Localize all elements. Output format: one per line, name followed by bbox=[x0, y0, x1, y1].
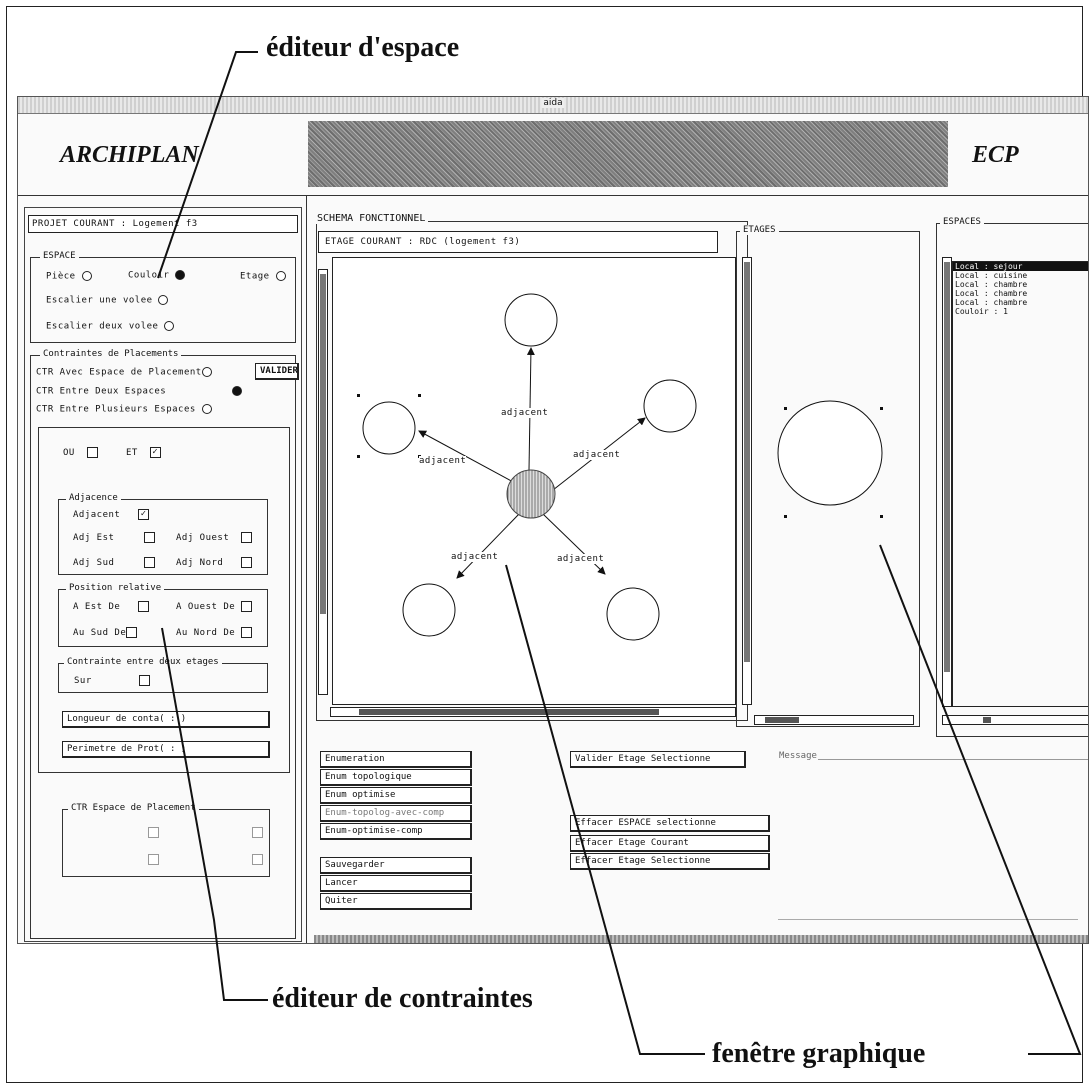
callout-line-fenetre-1 bbox=[505, 564, 705, 1055]
callout-lines bbox=[157, 51, 1082, 1055]
callout-editeur-contraintes: éditeur de contraintes bbox=[268, 983, 537, 1015]
callout-line-contraintes bbox=[161, 627, 272, 1001]
callout-fenetre-graphique: fenêtre graphique bbox=[708, 1038, 930, 1070]
callout-editeur-espace: éditeur d'espace bbox=[262, 32, 464, 64]
callout-line-fenetre-2 bbox=[879, 544, 1082, 1055]
callout-line-espace bbox=[157, 51, 258, 279]
